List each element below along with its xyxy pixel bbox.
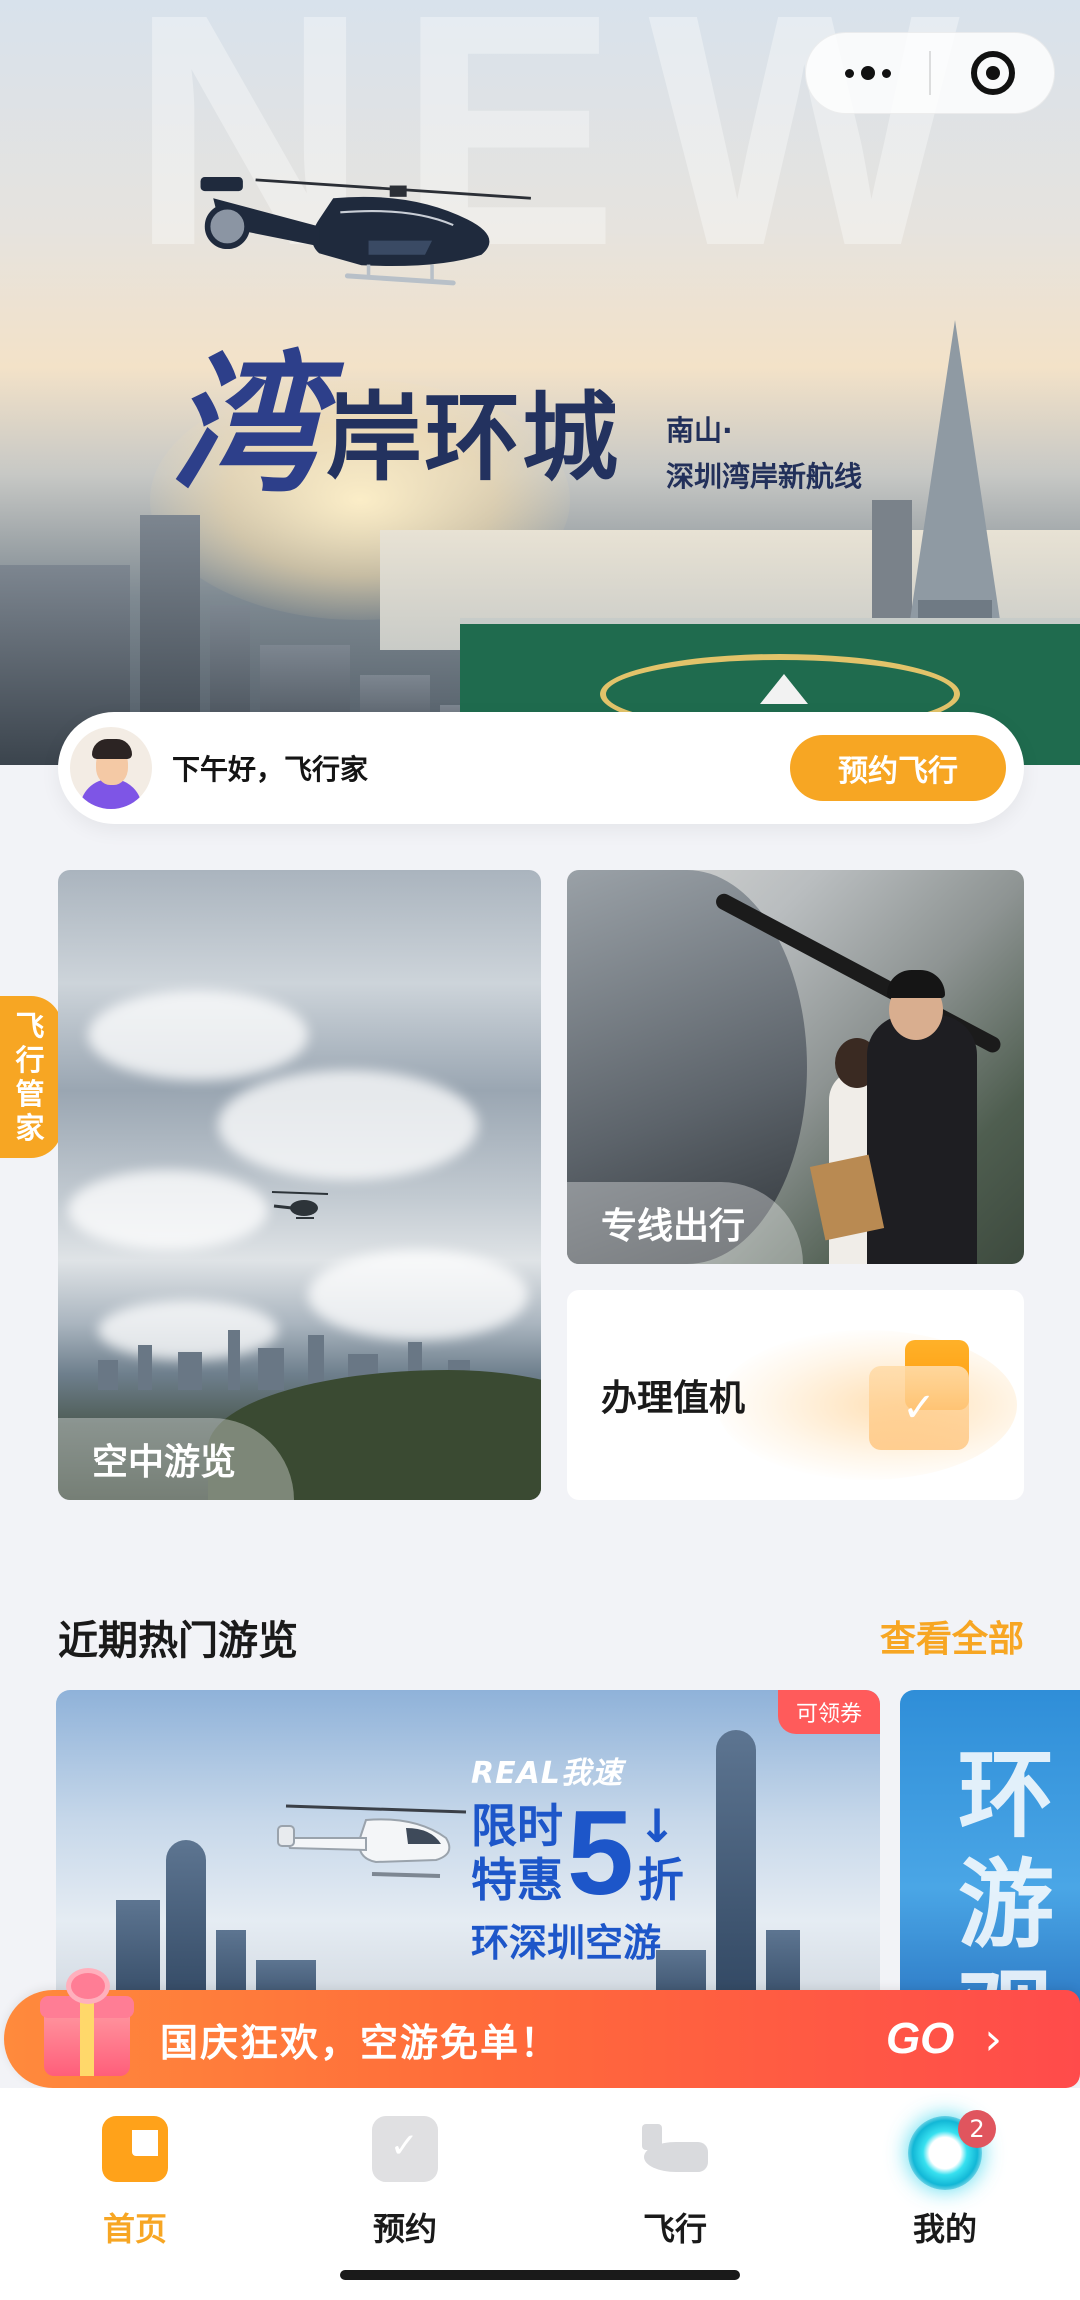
avatar[interactable] [70,727,152,809]
gift-icon [40,1966,134,2076]
promo-line2: 特惠 [471,1853,563,1907]
promo-line1: 限时 [471,1799,563,1853]
more-dots-icon [844,66,891,80]
hero-subtitle-line1: 南山· [666,414,733,447]
hero-banner[interactable]: NEW 湾 岸环城 南山· 深圳湾岸新航线 [0,0,1080,765]
promo-subtitle: 环深圳空游 [471,1921,662,1965]
chevron-right-icon: › [984,2013,1002,2065]
dedicated-route-card[interactable]: 专线出行 [567,870,1024,1264]
banner-go-text: GO [885,2014,955,2063]
close-button[interactable] [931,33,1054,113]
promo-card-next[interactable]: 环游观光 [900,1690,1080,2020]
greeting-bar: 下午好，飞行家 预约飞行 [58,712,1024,824]
section-title: 近期热门游览 [58,1618,298,1664]
check-in-icon: ✓ [869,1340,979,1450]
festival-banner[interactable]: 国庆狂欢，空游免单！ GO › [4,1968,1080,2088]
hero-title: 湾 岸环城 [170,350,620,500]
check-in-label: 办理值机 [601,1378,746,1419]
bottom-tab-bar: 首页 预约 飞行 2 我的 [0,2088,1080,2300]
hero-subtitle: 南山· 深圳湾岸新航线 [666,408,862,500]
festival-banner-text: 国庆狂欢，空游免单！ [160,2020,561,2065]
helicopter-small-icon [271,1191,329,1219]
check-in-card[interactable]: 办理值机 ✓ [567,1290,1024,1500]
book-flight-button[interactable]: 预约飞行 [790,735,1006,801]
notification-badge: 2 [958,2110,996,2148]
helicopter-icon [642,2116,708,2182]
see-all-link[interactable]: 查看全部 [880,1610,1024,1662]
hero-subtitle-line2: 深圳湾岸新航线 [666,460,863,493]
hero-title-swirl: 湾 [170,337,321,513]
promo-down-arrow-icon: ↓ [637,1799,677,1853]
home-indicator [340,2270,740,2280]
tab-booking-label: 预约 [372,2210,437,2248]
tab-home-label: 首页 [102,2210,167,2248]
mini-program-capsule [805,32,1055,114]
promo-discount-number: 5 [567,1786,634,1920]
tab-home[interactable]: 首页 [0,2116,270,2300]
hero-landmark-tower [910,320,1000,620]
coupon-tag: 可领券 [777,1690,880,1734]
promo-text-block: REAL我速 限时 特惠 5 ↓ 折 环深圳空游 [471,1748,684,1967]
more-button[interactable] [806,33,929,113]
promo-helicopter-icon [277,1804,467,1878]
tab-flight-label: 飞行 [642,2210,707,2248]
promo-card[interactable]: REAL我速 限时 特惠 5 ↓ 折 环深圳空游 可领券 [56,1690,880,2020]
tab-profile-label: 我的 [912,2210,977,2248]
booking-check-icon [372,2116,438,2182]
promo-discount-unit: 折 [637,1853,684,1907]
hero-title-text: 岸环城 [326,382,621,494]
target-circle-icon [970,51,1015,95]
air-tour-card[interactable]: 空中游览 [58,870,541,1500]
flight-butler-tab[interactable]: 飞行管家 [0,996,62,1158]
helicopter-illustration [200,177,531,286]
greeting-text: 下午好，飞行家 [172,753,369,786]
home-icon [102,2116,168,2182]
tab-profile[interactable]: 2 我的 [810,2110,1080,2300]
